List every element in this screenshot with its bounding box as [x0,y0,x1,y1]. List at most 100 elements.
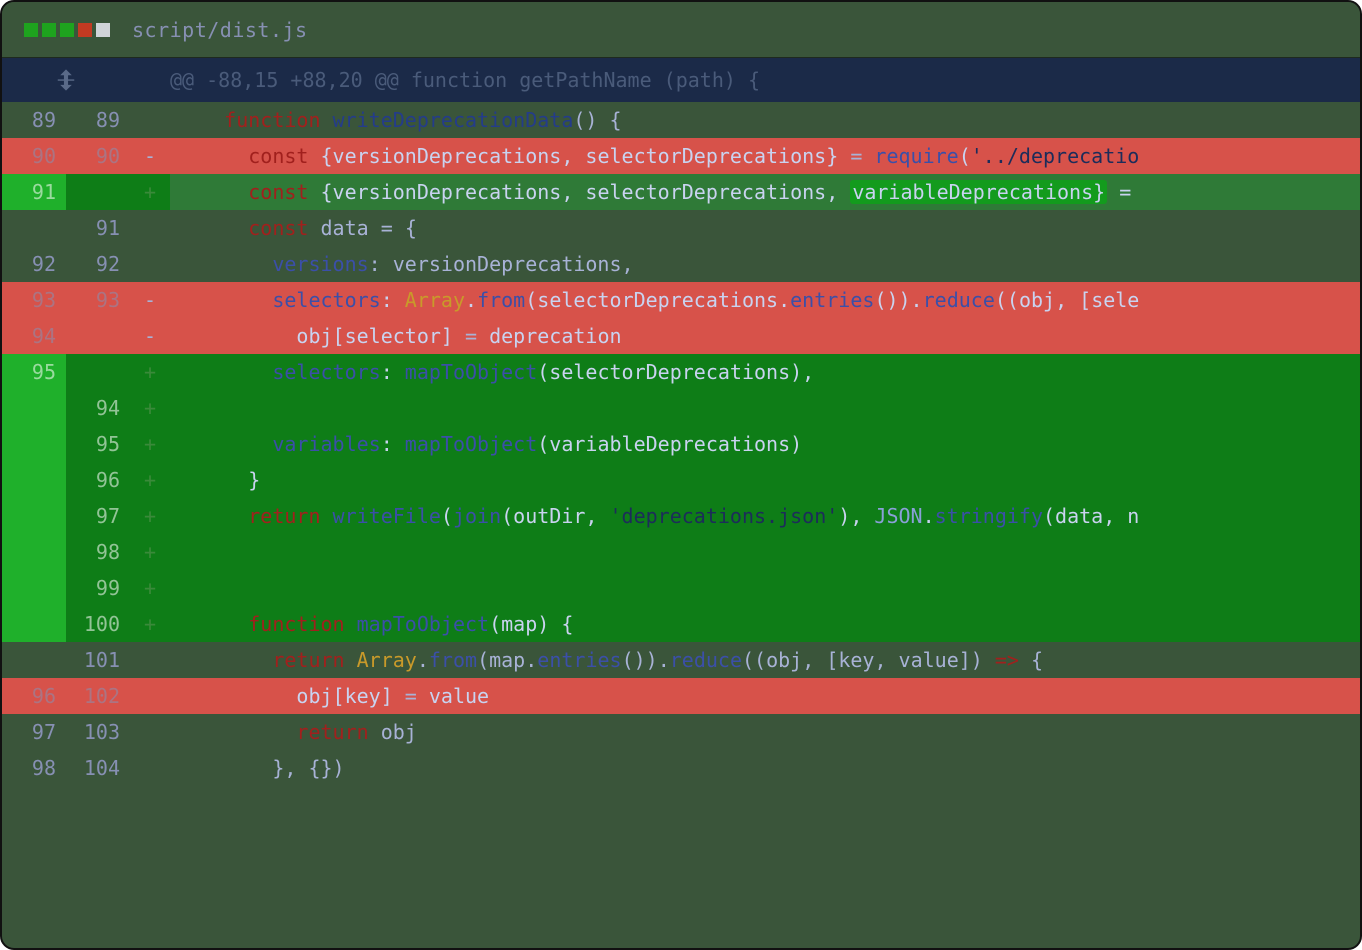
diff-line[interactable]: 100+ function mapToObject(map) { [2,606,1360,642]
diff-mark: + [130,606,170,642]
diff-window: script/dist.js @@ -88,15 +88,20 @@ funct… [0,0,1362,950]
diff-line[interactable]: 98+ [2,534,1360,570]
diff-line[interactable]: 91 const data = { [2,210,1360,246]
code-content: const data = { [170,210,1360,246]
diff-mark: - [130,318,170,354]
line-number-old: 89 [2,102,66,138]
line-number-old [2,210,66,246]
unfold-icon [55,69,77,91]
code-content: return Array.from(map.entries()).reduce(… [170,642,1360,678]
code-content [170,534,1360,570]
diff-mark: + [130,498,170,534]
line-number-new: 90 [66,138,130,174]
square-icon [24,23,38,37]
line-number-old [2,426,66,462]
diff-line[interactable]: 97103 return obj [2,714,1360,750]
line-number-old: 98 [2,750,66,786]
traffic-squares [24,23,110,37]
diff-line[interactable]: 99+ [2,570,1360,606]
code-content: obj[selector] = deprecation [170,318,1360,354]
square-icon [96,23,110,37]
code-content [170,570,1360,606]
code-content: variables: mapToObject(variableDeprecati… [170,426,1360,462]
diff-mark: + [130,354,170,390]
line-number-old: 92 [2,246,66,282]
line-number-old [2,606,66,642]
titlebar: script/dist.js [2,2,1360,58]
line-number-new: 100 [66,606,130,642]
diff-line[interactable]: 94+ [2,390,1360,426]
diff-line[interactable]: 95 + selectors: mapToObject(selectorDepre… [2,354,1360,390]
diff-mark: + [130,534,170,570]
line-number-new: 89 [66,102,130,138]
line-number-old: 94 [2,318,66,354]
code-content: function mapToObject(map) { [170,606,1360,642]
line-number-old: 95 [2,354,66,390]
code-content: selectors: Array.from(selectorDeprecatio… [170,282,1360,318]
code-content: function writeDeprecationData() { [170,102,1360,138]
diff-mark [130,210,170,246]
diff-line[interactable]: 91 + const {versionDeprecations, selector… [2,174,1360,210]
square-icon [78,23,92,37]
diff-mark: + [130,426,170,462]
diff-line[interactable]: 8989 function writeDeprecationData() { [2,102,1360,138]
line-number-new: 101 [66,642,130,678]
line-number-new: 103 [66,714,130,750]
line-number-old [2,642,66,678]
diff-mark [130,750,170,786]
code-content: versions: versionDeprecations, [170,246,1360,282]
diff-mark: + [130,174,170,210]
line-number-old: 97 [2,714,66,750]
line-number-old [2,390,66,426]
code-content: const {versionDeprecations, selectorDepr… [170,174,1360,210]
diff-mark: + [130,570,170,606]
line-number-old [2,534,66,570]
diff-line[interactable]: 97+ return writeFile(join(outDir, 'depre… [2,498,1360,534]
diff-line[interactable]: 101 return Array.from(map.entries()).red… [2,642,1360,678]
diff-mark [130,642,170,678]
line-number-new: 94 [66,390,130,426]
square-icon [60,23,74,37]
diff-mark: - [130,138,170,174]
code-content: }, {}) [170,750,1360,786]
line-number-old: 91 [2,174,66,210]
line-number-old [2,462,66,498]
line-number-old: 96 [2,678,66,714]
code-content [170,390,1360,426]
line-number-new: 97 [66,498,130,534]
line-number-old: 90 [2,138,66,174]
line-number-new [66,174,130,210]
diff-mark: - [130,282,170,318]
diff-line[interactable]: 96102 obj[key] = value [2,678,1360,714]
diff-mark: + [130,390,170,426]
diff-mark: + [130,462,170,498]
code-content: const {versionDeprecations, selectorDepr… [170,138,1360,174]
square-icon [42,23,56,37]
diff-mark [130,714,170,750]
expand-hunk-button[interactable] [2,58,130,102]
line-number-new: 95 [66,426,130,462]
diff-line[interactable]: 94 - obj[selector] = deprecation [2,318,1360,354]
diff-line[interactable]: 9292 versions: versionDeprecations, [2,246,1360,282]
diff-line[interactable]: 9393- selectors: Array.from(selectorDepr… [2,282,1360,318]
line-number-new: 96 [66,462,130,498]
line-number-new [66,318,130,354]
hunk-mark [130,58,170,102]
line-number-old [2,570,66,606]
diff-mark [130,246,170,282]
line-number-new: 91 [66,210,130,246]
hunk-header-text: @@ -88,15 +88,20 @@ function getPathName… [170,68,760,92]
diff-line[interactable]: 98104 }, {}) [2,750,1360,786]
line-number-new: 99 [66,570,130,606]
diff-line[interactable]: 96+ } [2,462,1360,498]
code-content: selectors: mapToObject(selectorDeprecati… [170,354,1360,390]
diff-body: 8989 function writeDeprecationData() {90… [2,102,1360,786]
line-number-new [66,354,130,390]
diff-line[interactable]: 95+ variables: mapToObject(variableDepre… [2,426,1360,462]
file-path: script/dist.js [132,18,308,42]
diff-line[interactable]: 9090- const {versionDeprecations, select… [2,138,1360,174]
line-number-new: 92 [66,246,130,282]
hunk-header-row: @@ -88,15 +88,20 @@ function getPathName… [2,58,1360,102]
line-number-old: 93 [2,282,66,318]
diff-mark [130,678,170,714]
